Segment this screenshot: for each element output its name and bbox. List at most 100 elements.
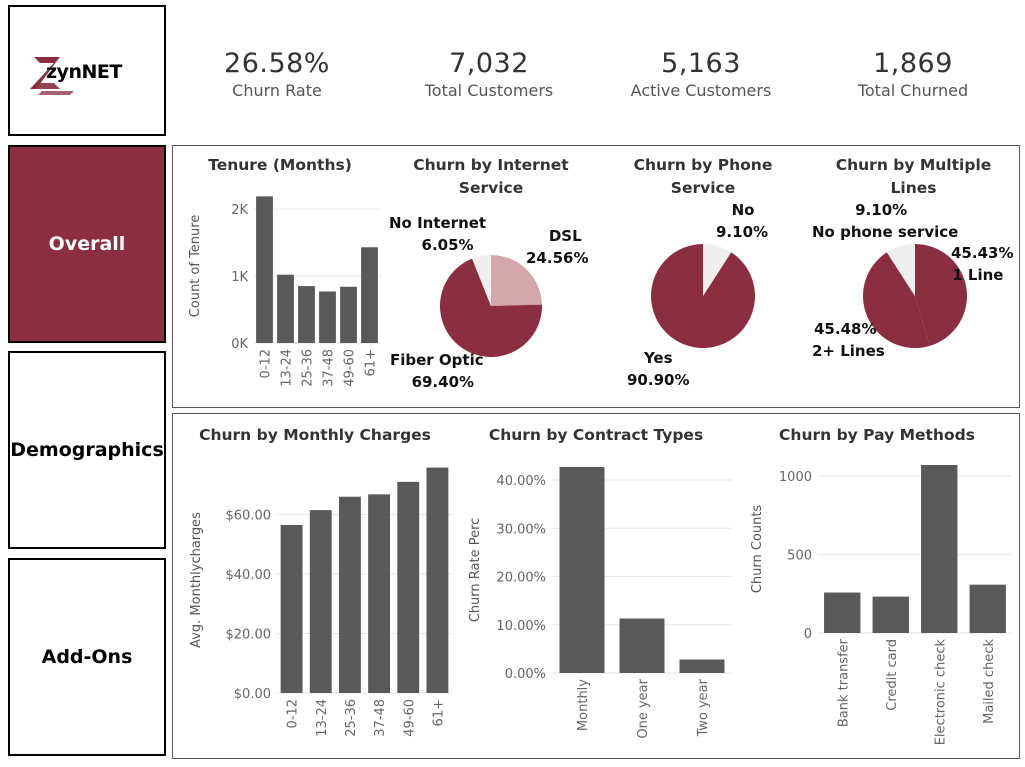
slice-name: No phone service — [812, 223, 959, 241]
pie-label-no-phone-service: 9.10% No phone service — [812, 199, 958, 243]
y-tick-label: 20.00% — [496, 571, 546, 586]
y-tick-label: 2K — [231, 203, 248, 218]
y-tick-label: 30.00% — [496, 522, 546, 537]
kpi-label: Active Customers — [630, 81, 772, 100]
y-axis-title: Count of Tenure — [188, 215, 203, 318]
kpi-label: Churn Rate — [232, 81, 322, 100]
kpi-total-customers: 7,032 Total Customers — [389, 48, 589, 100]
pie-label-phone-no: No 9.10% — [716, 199, 768, 243]
slice-name: 2+ Lines — [812, 342, 885, 360]
bar — [679, 659, 725, 673]
y-tick-label: $60.00 — [226, 509, 272, 524]
slice-name: Fiber Optic — [390, 351, 484, 369]
y-tick-label: $40.00 — [226, 568, 272, 583]
x-tick-label: 61+ — [431, 699, 446, 726]
pie-label-2-lines: 45.48% 2+ Lines — [812, 318, 885, 362]
y-axis-title: Churn Counts — [750, 505, 765, 594]
chart-title-internet: Churn by Internet Service — [413, 156, 569, 197]
internet-pie-chart — [440, 255, 542, 357]
chart-title-tenure: Tenure (Months) — [208, 156, 352, 174]
slice-pct: 45.48% — [814, 320, 877, 338]
nav-tab-label: Add-Ons — [41, 646, 133, 668]
bar — [277, 274, 294, 343]
pie-label-phone-yes: Yes 90.90% — [627, 347, 689, 391]
y-tick-label: 1K — [231, 270, 248, 285]
slice-pct: 9.10% — [716, 223, 769, 241]
bar — [298, 286, 315, 343]
kpi-label: Total Customers — [424, 81, 554, 100]
chart-title-contract: Churn by Contract Types — [488, 426, 704, 444]
monthly-charges-chart: $0.00 $20.00 $40.00 $60.00 Avg. Monthlycharg… — [189, 467, 452, 737]
x-tick-label: 37-48 — [322, 349, 337, 387]
bar — [872, 596, 909, 633]
x-tick-label: Credit card — [885, 639, 900, 711]
x-tick-label: 49-60 — [343, 349, 358, 387]
chart-title-paymethods: Churn by Pay Methods — [779, 426, 975, 444]
phone-pie-chart — [651, 244, 755, 348]
x-tick-label: 13-24 — [315, 699, 330, 737]
y-axis-title: Churn Rate Perc — [468, 518, 483, 623]
slice-pct: 6.05% — [421, 236, 474, 254]
slice-pct: 24.56% — [526, 249, 589, 267]
y-tick-label: $20.00 — [226, 628, 272, 643]
slice-name: DSL — [548, 227, 582, 245]
slice-name: Yes — [643, 349, 673, 367]
chart-title-lines: Churn by Multiple Lines — [835, 156, 992, 197]
y-tick-label: 500 — [787, 549, 812, 564]
bar — [361, 247, 378, 343]
kpi-value: 7,032 — [449, 48, 529, 79]
x-tick-label: Bank transfer — [836, 638, 851, 727]
bar — [426, 467, 449, 693]
slice-name: No — [731, 201, 755, 219]
bar — [256, 196, 273, 343]
bar — [280, 524, 303, 693]
bar — [824, 592, 861, 633]
bar — [397, 481, 420, 693]
y-tick-label: 0K — [231, 337, 248, 352]
bar — [319, 291, 336, 343]
bar — [559, 467, 605, 673]
x-tick-label: 25-36 — [301, 349, 316, 387]
y-tick-label: $0.00 — [234, 687, 271, 702]
bar — [368, 494, 391, 693]
kpi-churn-rate: 26.58% Churn Rate — [177, 48, 377, 100]
bar — [969, 584, 1006, 633]
nav-tab-overall[interactable]: Overall — [8, 145, 166, 343]
x-tick-label: Electronic check — [933, 639, 948, 746]
slice-name: No Internet — [389, 214, 487, 232]
pie-label-no-internet: No Internet 6.05% — [389, 212, 486, 256]
x-tick-label: 49-60 — [402, 699, 417, 737]
tenure-chart: 0K 1K 2K Count of Tenure 0-12 13-24 25-36 37-48… — [188, 196, 380, 387]
x-tick-label: 0-12 — [286, 699, 301, 729]
pie-label-dsl: DSL 24.56% — [526, 225, 588, 269]
nav-tab-label: Demographics — [10, 439, 164, 461]
pie-label-fiber-optic: Fiber Optic 69.40% — [390, 349, 484, 393]
x-tick-label: 13-24 — [280, 349, 295, 387]
kpi-label: Total Churned — [857, 81, 969, 100]
contract-types-chart: 0.00% 10.00% 20.00% 30.00% 40.00% Churn Rate … — [468, 467, 732, 739]
pie-label-1-line: 45.43% 1 Line — [951, 242, 1013, 286]
x-tick-label: One year — [636, 678, 651, 738]
x-tick-label: Mailed check — [982, 639, 997, 724]
kpi-total-churned: 1,869 Total Churned — [813, 48, 1013, 100]
kpi-value: 26.58% — [224, 48, 330, 79]
y-axis-title: Avg. Monthlycharges — [189, 512, 204, 648]
slice-pct: 90.90% — [627, 371, 690, 389]
nav-tab-demographics[interactable]: Demographics — [8, 351, 166, 549]
bar — [921, 465, 958, 633]
slice-pct: 9.10% — [855, 201, 908, 219]
x-tick-label: 61+ — [364, 349, 379, 376]
chart-title-phone: Churn by Phone Service — [633, 156, 773, 197]
y-tick-label: 1000 — [779, 470, 812, 485]
x-tick-label: Monthly — [576, 679, 591, 731]
kpi-value: 1,869 — [873, 48, 953, 79]
y-tick-label: 0 — [804, 627, 812, 642]
kpi-value: 5,163 — [661, 48, 741, 79]
brand-logo: zynNET — [24, 51, 134, 95]
nav-tab-addons[interactable]: Add-Ons — [8, 558, 166, 756]
bar — [338, 496, 361, 693]
y-tick-label: 40.00% — [496, 474, 546, 489]
kpi-active-customers: 5,163 Active Customers — [601, 48, 801, 100]
slice-pct: 45.43% — [951, 244, 1014, 262]
y-tick-label: 0.00% — [505, 667, 546, 682]
